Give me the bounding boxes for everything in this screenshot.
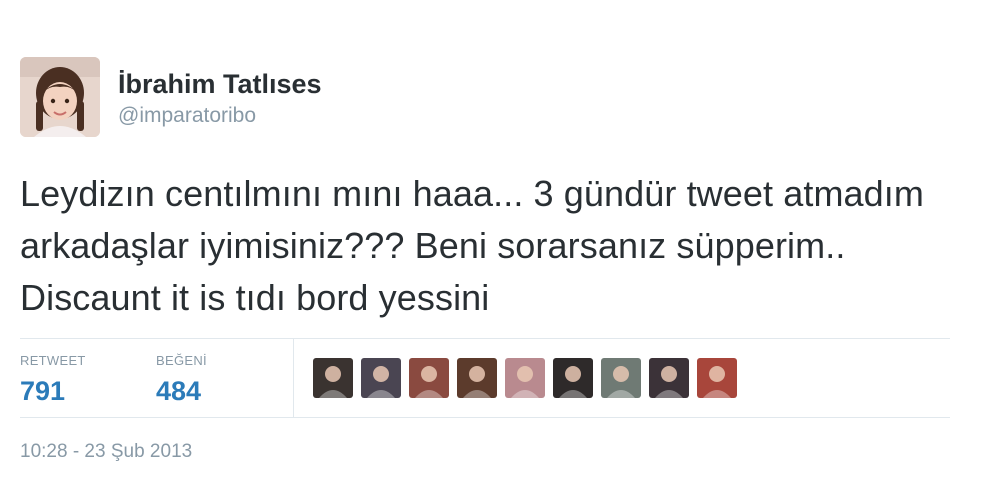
liker-avatar[interactable] [553, 358, 593, 398]
retweet-stat[interactable]: RETWEET 791 [20, 353, 86, 407]
liker-avatars [313, 358, 737, 398]
liker-avatar[interactable] [649, 358, 689, 398]
user-avatar-icon [649, 358, 689, 398]
author-block: İbrahim Tatlıses @imparatoribo [118, 68, 322, 130]
liker-avatar[interactable] [361, 358, 401, 398]
like-count: 484 [156, 376, 202, 406]
like-label: BEĞENİ [156, 353, 207, 368]
liker-avatar[interactable] [313, 358, 353, 398]
liker-avatar[interactable] [601, 358, 641, 398]
user-avatar-icon [409, 358, 449, 398]
author-name[interactable]: İbrahim Tatlıses [118, 68, 322, 100]
user-avatar-icon [505, 358, 545, 398]
liker-avatar[interactable] [505, 358, 545, 398]
profile-photo-icon [20, 57, 100, 137]
user-avatar-icon [313, 358, 353, 398]
liker-avatar[interactable] [697, 358, 737, 398]
liker-avatar[interactable] [457, 358, 497, 398]
tweet-timestamp[interactable]: 10:28 - 23 Şub 2013 [20, 440, 192, 464]
user-avatar-icon [361, 358, 401, 398]
like-stat[interactable]: BEĞENİ 484 [156, 353, 207, 407]
retweet-label: RETWEET [20, 353, 86, 368]
retweet-count: 791 [20, 376, 66, 406]
user-avatar-icon [601, 358, 641, 398]
profile-avatar[interactable] [20, 57, 100, 137]
tweet-stats: RETWEET 791 BEĞENİ 484 [20, 338, 950, 418]
user-avatar-icon [553, 358, 593, 398]
stats-divider [293, 339, 294, 417]
user-avatar-icon [697, 358, 737, 398]
author-handle[interactable]: @imparatoribo [118, 102, 322, 130]
liker-avatar[interactable] [409, 358, 449, 398]
user-avatar-icon [457, 358, 497, 398]
tweet-text: Leydizın centılmını mını haaa... 3 gündü… [20, 173, 924, 318]
tweet-card: İbrahim Tatlıses @imparatoribo Leydizın … [0, 0, 996, 498]
